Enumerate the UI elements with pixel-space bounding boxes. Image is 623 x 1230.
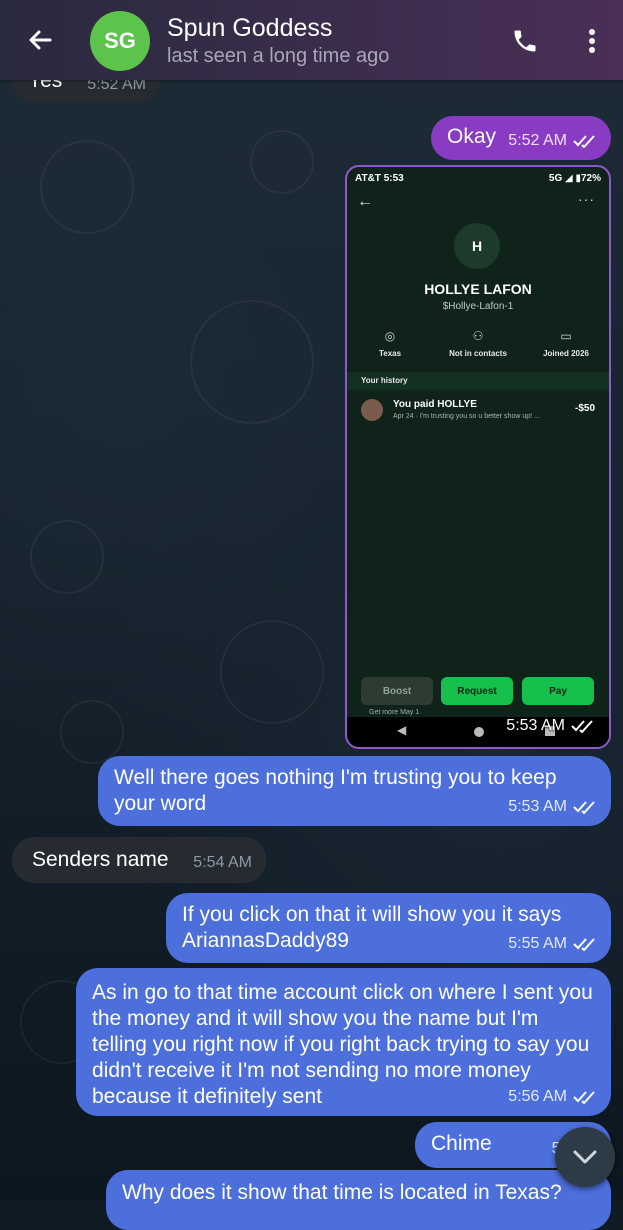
message-time: 5:52 AM [508,128,597,154]
profile-handle: $Hollye-Lafon-1 [442,301,514,312]
phone-icon [514,30,536,52]
chat-title[interactable]: Spun Goddess [167,14,332,43]
double-check-icon [573,938,595,951]
promo-text: Get more May 1 [369,709,420,716]
nav-back-icon: ◀ [397,723,407,737]
chat-header: SG Spun Goddess last seen a long time ag… [0,0,623,80]
message-bubble[interactable]: Senders name 5:54 AM [12,837,266,883]
back-button[interactable] [22,22,58,58]
people-icon: ⚇ [472,329,484,343]
payment-title: You paid HOLLYE [393,399,477,410]
double-check-icon [571,720,593,733]
message-bubble[interactable]: Well there goes nothing I'm trusting you… [98,756,611,826]
message-text: Senders name [32,848,169,871]
message-bubble[interactable]: Okay 5:52 AM [431,116,611,160]
message-text: If you click on that it will show you it… [182,903,562,952]
status-bar: AT&T 5:53 5G ◢ ▮72% [355,173,601,184]
double-check-icon [573,1091,595,1104]
message-time: 5:54 AM [193,854,252,871]
message-text: Okay [447,125,497,148]
more-horizontal-icon: ··· [578,191,595,207]
chevron-down-icon [573,1150,597,1164]
message-bubble[interactable]: Why does it show that time is located in… [106,1170,611,1230]
double-check-icon [573,801,595,814]
payment-note: Apr 24 · I'm trusting you so u better sh… [393,413,540,420]
scroll-to-bottom-button[interactable] [555,1127,615,1187]
last-seen-status: last seen a long time ago [167,45,390,67]
message-text: Chime [431,1132,492,1155]
nav-home-icon [474,727,484,737]
pay-button: Pay [522,677,594,705]
boost-button: Boost [361,677,433,705]
payment-row: You paid HOLLYE Apr 24 · I'm trusting yo… [361,399,595,425]
message-time: 5:56 AM [508,1084,597,1110]
message-text: Well there goes nothing I'm trusting you… [114,766,557,815]
more-options-button[interactable] [576,22,608,60]
location-icon: ◎ [384,329,396,343]
message-bubble[interactable]: As in go to that time account click on w… [76,968,611,1116]
profile-contacts: ⚇ Not in contacts [435,329,521,358]
back-arrow-icon [29,30,52,50]
avatar: H [454,223,500,269]
message-time: 5:55 AM [508,931,597,957]
message-bubble[interactable]: If you click on that it will show you it… [166,893,611,963]
profile-name: HOLLYE LAFON [424,281,532,297]
message-time: 5:53 AM [508,794,597,820]
double-check-icon [573,135,595,148]
message-text: Why does it show that time is located in… [122,1181,562,1204]
profile-location: ◎ Texas [347,329,433,358]
more-vertical-icon [589,29,595,53]
call-button[interactable] [506,22,544,60]
avatar[interactable]: SG [90,11,150,71]
image-message[interactable]: AT&T 5:53 5G ◢ ▮72% ← ··· H HOLLYE LAFON … [345,165,611,749]
message-time: 5:53 AM [506,717,595,735]
history-header: Your history [347,372,609,390]
profile-joined: ▭ Joined 2026 [523,329,609,358]
card-icon: ▭ [560,329,572,343]
payment-amount: -$50 [574,403,595,414]
avatar [361,399,383,421]
back-arrow-icon: ← [357,193,373,210]
request-button: Request [441,677,513,705]
